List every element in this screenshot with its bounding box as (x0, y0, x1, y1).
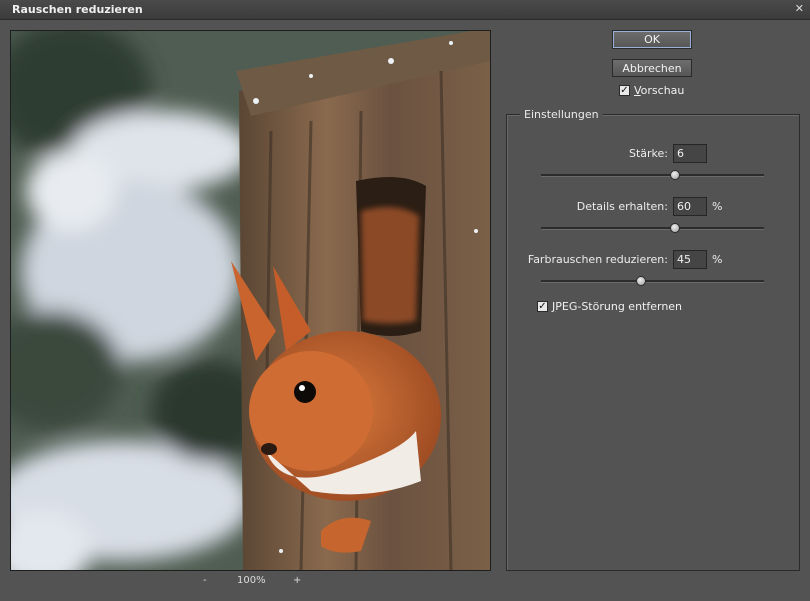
color-noise-slider-track[interactable] (541, 280, 764, 283)
preview-checkbox-label: Vorschau (634, 84, 685, 97)
color-noise-input[interactable]: 45 (673, 250, 707, 269)
close-icon[interactable]: ✕ (795, 2, 804, 15)
zoom-in-button[interactable]: + (293, 575, 301, 586)
zoom-bar: - 100% + (0, 575, 500, 589)
details-label: Details erhalten: (576, 200, 668, 213)
dialog-title: Rauschen reduzieren (12, 3, 143, 16)
details-slider-thumb[interactable] (670, 223, 680, 233)
color-noise-slider-thumb[interactable] (636, 276, 646, 286)
details-slider-track[interactable] (541, 227, 764, 230)
strength-input[interactable]: 6 (673, 144, 707, 163)
settings-group (506, 114, 800, 571)
title-bar[interactable]: Rauschen reduzieren ✕ (0, 0, 810, 20)
jpeg-checkbox[interactable]: ✓ (537, 301, 548, 312)
image-preview[interactable] (10, 30, 491, 571)
details-unit: % (712, 200, 723, 213)
zoom-level: 100% (237, 575, 266, 586)
zoom-out-button[interactable]: - (203, 575, 207, 586)
preview-checkbox[interactable]: ✓ (619, 85, 630, 96)
ok-button[interactable]: OK (612, 30, 692, 49)
cancel-button[interactable]: Abbrechen (612, 59, 692, 77)
color-noise-label: Farbrauschen reduzieren: (527, 253, 668, 266)
color-noise-unit: % (712, 253, 723, 266)
strength-label: Stärke: (628, 147, 668, 160)
dialog-window: Rauschen reduzieren ✕ - 100% + OK Abbrec… (0, 0, 810, 601)
squirrel-photo (11, 31, 490, 570)
strength-slider-thumb[interactable] (670, 170, 680, 180)
details-input[interactable]: 60 (673, 197, 707, 216)
settings-group-title: Einstellungen (520, 108, 603, 121)
jpeg-checkbox-label: JPEG-Störung entfernen (552, 300, 683, 313)
strength-slider-track[interactable] (541, 174, 764, 177)
